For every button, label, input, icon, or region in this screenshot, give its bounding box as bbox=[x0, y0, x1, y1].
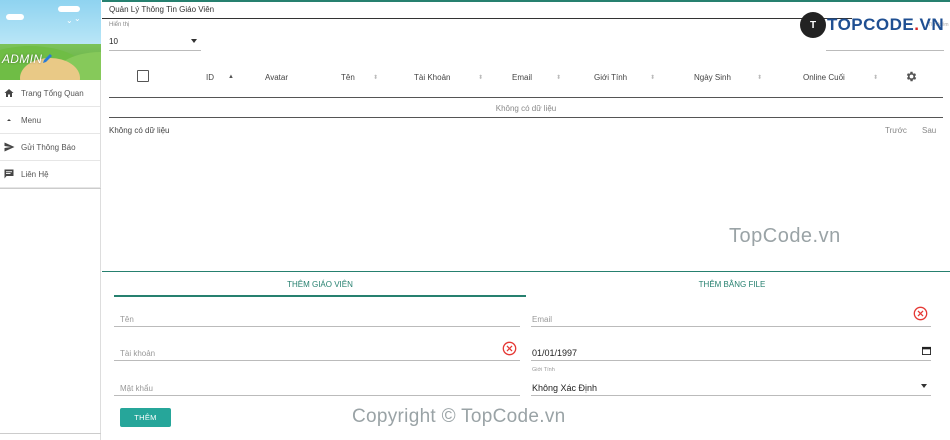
dob-field[interactable]: 01/01/1997 bbox=[531, 341, 931, 361]
chevron-down-icon bbox=[191, 39, 197, 43]
table-empty-row: Không có dữ liệu bbox=[109, 98, 943, 118]
tab-add-by-file[interactable]: THÊM BẰNG FILE bbox=[526, 280, 938, 289]
sidebar-item-label: Liên Hệ bbox=[21, 169, 49, 179]
column-header-avatar: Avatar bbox=[265, 73, 288, 82]
password-field[interactable]: Mật khẩu bbox=[114, 376, 520, 396]
column-header-gender[interactable]: Giới Tính bbox=[594, 73, 627, 82]
title-divider bbox=[102, 18, 852, 19]
home-icon bbox=[2, 86, 16, 100]
dob-value: 01/01/1997 bbox=[532, 348, 578, 358]
sort-asc-icon: ▲ bbox=[228, 74, 234, 80]
gender-select[interactable]: Không Xác Định bbox=[531, 376, 931, 396]
table-header: ID ▲ Avatar Tên ⬍ Tài Khoản ⬍ Email ⬍ Gi… bbox=[109, 62, 943, 98]
topcode-logo: T TOPCODE.VN bbox=[800, 8, 950, 42]
sidebar-divider bbox=[0, 433, 101, 434]
table-info: Không có dữ liệu bbox=[109, 126, 170, 135]
send-icon bbox=[2, 140, 16, 154]
sort-icon: ⬍ bbox=[873, 75, 879, 81]
sidebar-nav: Trang Tổng Quan Menu Gửi Thông Báo Liên … bbox=[0, 80, 100, 188]
banner-bird: ⌄ bbox=[74, 14, 81, 23]
column-header-id[interactable]: ID bbox=[206, 73, 214, 82]
column-header-dob[interactable]: Ngày Sinh bbox=[694, 73, 731, 82]
logo-text: TOPCODE.VN bbox=[827, 15, 944, 35]
watermark-topcode: TopCode.vn bbox=[729, 225, 841, 247]
logo-mark: T bbox=[800, 12, 826, 38]
sidebar: ⌄ ⌄ ADMIN Trang Tổng Quan Menu Gửi Thông… bbox=[0, 0, 101, 440]
add-teacher-button[interactable]: THÊM bbox=[120, 408, 171, 427]
column-header-name[interactable]: Tên bbox=[341, 73, 355, 82]
sort-icon: ⬍ bbox=[650, 75, 656, 81]
teacher-table: ID ▲ Avatar Tên ⬍ Tài Khoản ⬍ Email ⬍ Gi… bbox=[109, 62, 943, 118]
sidebar-item-dashboard[interactable]: Trang Tổng Quan bbox=[0, 80, 100, 107]
chat-icon bbox=[2, 167, 16, 181]
clear-circle-icon[interactable] bbox=[913, 306, 928, 321]
sort-icon: ⬍ bbox=[757, 75, 763, 81]
edit-pencil-icon[interactable] bbox=[42, 52, 54, 64]
email-field[interactable]: Email bbox=[531, 307, 931, 327]
password-placeholder: Mật khẩu bbox=[120, 384, 153, 393]
sidebar-banner: ⌄ ⌄ ADMIN bbox=[0, 0, 101, 80]
admin-label: ADMIN bbox=[2, 52, 43, 66]
sidebar-item-menu[interactable]: Menu bbox=[0, 107, 100, 134]
banner-cloud bbox=[58, 6, 80, 12]
pagination-prev[interactable]: Trước bbox=[885, 126, 907, 135]
caret-up-icon bbox=[2, 113, 16, 127]
logo-text-main: TOPCODE bbox=[827, 15, 915, 34]
column-header-email[interactable]: Email bbox=[512, 73, 532, 82]
select-all-checkbox[interactable] bbox=[137, 70, 149, 82]
name-field[interactable]: Tên bbox=[114, 307, 520, 327]
name-placeholder: Tên bbox=[120, 315, 134, 324]
pagination-next[interactable]: Sau bbox=[922, 126, 936, 135]
sidebar-divider bbox=[0, 188, 101, 189]
gender-label: Giới Tính bbox=[532, 367, 555, 373]
gender-value: Không Xác Định bbox=[532, 383, 598, 393]
account-field[interactable]: Tài khoản bbox=[114, 341, 520, 361]
main-content: Quản Lý Thông Tin Giáo Viên Hiển thị 10 … bbox=[102, 0, 950, 440]
top-accent-bar bbox=[102, 0, 950, 2]
column-header-account[interactable]: Tài Khoản bbox=[414, 73, 450, 82]
page-size-value: 10 bbox=[109, 37, 118, 46]
form-divider bbox=[102, 271, 950, 272]
tab-add-teacher[interactable]: THÊM GIÁO VIÊN bbox=[114, 280, 526, 289]
gear-icon[interactable] bbox=[905, 70, 918, 83]
sort-icon: ⬍ bbox=[373, 75, 379, 81]
banner-bird: ⌄ bbox=[66, 16, 73, 25]
page-size-select[interactable]: 10 bbox=[109, 33, 201, 51]
sidebar-item-send-notification[interactable]: Gửi Thông Báo bbox=[0, 134, 100, 161]
column-header-last-online[interactable]: Online Cuối bbox=[803, 73, 845, 82]
page-title: Quản Lý Thông Tin Giáo Viên bbox=[109, 5, 215, 14]
active-tab-indicator bbox=[114, 295, 526, 297]
sidebar-item-contact[interactable]: Liên Hệ bbox=[0, 161, 100, 188]
logo-text-tld: VN bbox=[919, 15, 945, 34]
email-placeholder: Email bbox=[532, 315, 553, 324]
sidebar-item-label: Gửi Thông Báo bbox=[21, 142, 76, 152]
sidebar-item-label: Menu bbox=[21, 115, 42, 125]
chevron-down-icon bbox=[921, 384, 927, 388]
calendar-icon[interactable] bbox=[922, 346, 931, 355]
clear-circle-icon[interactable] bbox=[502, 341, 517, 356]
sort-icon: ⬍ bbox=[556, 75, 562, 81]
page-size-label: Hiển thị bbox=[109, 22, 130, 28]
banner-cloud bbox=[6, 14, 24, 20]
sidebar-item-label: Trang Tổng Quan bbox=[21, 88, 84, 98]
sort-icon: ⬍ bbox=[478, 75, 484, 81]
watermark-copyright: Copyright © TopCode.vn bbox=[352, 406, 566, 427]
account-placeholder: Tài khoản bbox=[120, 349, 156, 358]
